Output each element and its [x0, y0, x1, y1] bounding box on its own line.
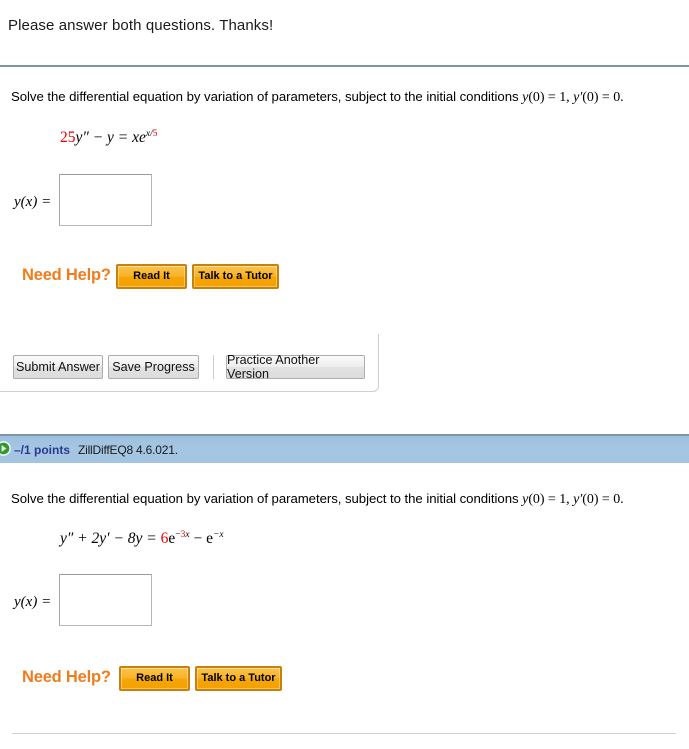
question-1-cond2-arg: (0) = 0. — [582, 90, 624, 105]
question-1-answer-label-rest: (x) = — [20, 194, 52, 210]
question-1-prompt-text: Solve the differential equation by varia… — [11, 89, 523, 104]
question-2-header-bar: –/1 points ZillDiffEQ8 4.6.021. — [0, 434, 689, 463]
question-2-id: ZillDiffEQ8 4.6.021. — [78, 443, 178, 457]
submit-answer-button[interactable]: Submit Answer — [13, 355, 103, 379]
question-1-answer-input[interactable] — [59, 174, 152, 226]
question-1-equation: 25y″ − y = xex/5 — [60, 129, 158, 147]
question-2-eq-e1-exponent: −3x — [175, 530, 189, 540]
question-2-prompt-text: Solve the differential equation by varia… — [11, 491, 523, 506]
question-1-eq-coefficient: 25 — [60, 129, 76, 146]
question-1-eq-exponent-denominator: 5 — [152, 128, 158, 139]
question-1-read-it-button[interactable]: Read It — [116, 264, 187, 289]
question-2-eq-e2: e — [206, 530, 213, 547]
question-1-eq-body: y″ − y = xe — [75, 129, 146, 146]
page-note: Please answer both questions. Thanks! — [8, 17, 274, 34]
question-2-answer-label-rest: (x) = — [20, 594, 52, 610]
question-2-equation: y″ + 2y′ − 8y = 6e−3x − e−x — [60, 530, 224, 548]
question-2-answer-label-fn: y — [14, 594, 21, 610]
question-2-eq-lhs: y″ + 2y′ − 8y = — [60, 530, 161, 547]
save-progress-button[interactable]: Save Progress — [108, 355, 199, 379]
question-2-cond1-arg: (0) = 1, — [528, 492, 574, 507]
question-1-answer-label: y(x) = — [14, 194, 51, 211]
top-divider — [0, 65, 689, 67]
green-arrow-icon[interactable] — [0, 441, 11, 456]
question-2-need-help-label: Need Help? — [22, 668, 111, 686]
question-1-eq-exponent-numerator: x/ — [145, 128, 153, 139]
question-2-points: –/1 points — [14, 443, 71, 457]
question-2-answer-input[interactable] — [59, 574, 152, 626]
question-2-read-it-button[interactable]: Read It — [119, 666, 190, 691]
question-2-talk-to-tutor-button[interactable]: Talk to a Tutor — [195, 666, 282, 691]
action-panel-divider — [213, 355, 214, 379]
question-1-eq-exponent: x/5 — [146, 129, 158, 139]
question-1-prompt: Solve the differential equation by varia… — [11, 89, 624, 106]
question-2-answer-label: y(x) = — [14, 594, 51, 611]
question-2-prompt: Solve the differential equation by varia… — [11, 491, 624, 508]
question-1-cond1-arg: (0) = 1, — [528, 90, 574, 105]
practice-another-version-button[interactable]: Practice Another Version — [226, 353, 365, 381]
question-2-cond2-arg: (0) = 0. — [582, 492, 624, 507]
question-1-talk-to-tutor-button[interactable]: Talk to a Tutor — [192, 264, 279, 289]
question-2-eq-e2-exponent: −x — [212, 529, 224, 540]
bottom-divider — [12, 733, 676, 734]
question-1-answer-label-fn: y — [14, 194, 21, 210]
question-1-need-help-label: Need Help? — [22, 266, 111, 284]
question-2-eq-mid: − — [189, 530, 207, 547]
